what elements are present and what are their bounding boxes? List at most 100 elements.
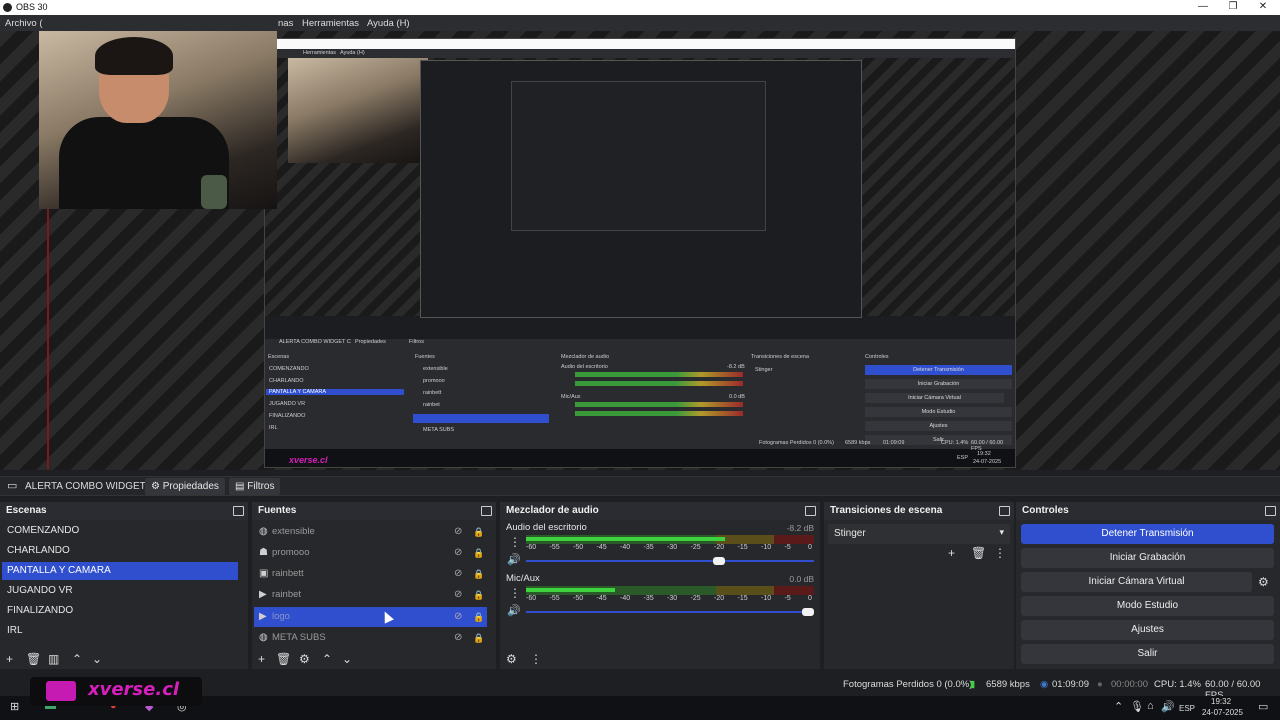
hidden-eye-icon[interactable]: ⊘ [454, 628, 462, 648]
transition-select[interactable]: Stinger ▾ [828, 524, 1010, 544]
speaker-icon[interactable]: 🔊 [507, 605, 521, 617]
move-up-icon[interactable]: ⌃ [322, 653, 332, 665]
add-icon[interactable]: + [258, 653, 265, 665]
start-recording-button[interactable]: Iniciar Grabación [1021, 548, 1274, 568]
clock-date[interactable]: 24-07-2025 [1202, 708, 1243, 717]
nested-clock: 19:32 [977, 451, 991, 457]
source-context-bar: ▭ ALERTA COMBO WIDGET C ⚙ Propiedades ▤ … [0, 476, 1280, 496]
scale-tick-label: -20 [714, 595, 725, 602]
scene-item-selected[interactable]: PANTALLA Y CAMARA [2, 562, 238, 580]
add-icon[interactable]: + [6, 653, 13, 665]
maximize-button[interactable]: ❐ [1218, 0, 1248, 15]
source-item[interactable]: ☗ promooo ⊘ 🔒 [254, 543, 487, 563]
notifications-icon[interactable]: ▭ [1258, 700, 1268, 713]
volume-slider[interactable] [526, 608, 814, 616]
trash-icon[interactable]: 🗑 [971, 547, 986, 559]
move-down-icon[interactable]: ⌄ [342, 653, 352, 665]
language-indicator[interactable]: ESP [1179, 704, 1195, 713]
preview-canvas[interactable]: Herramientas Ayuda (H) ALERTA COMBO WIDG… [0, 31, 1280, 470]
hidden-eye-icon[interactable]: ⊘ [454, 585, 462, 605]
scenes-title: Escenas [6, 505, 47, 516]
lock-icon[interactable]: 🔒 [473, 543, 484, 563]
source-item[interactable]: ▶ rainbet ⊘ 🔒 [254, 585, 487, 605]
nested-scenes-title: Escenas [268, 354, 290, 360]
volume-slider[interactable] [526, 557, 814, 565]
menu-help[interactable]: Ayuda (H) [367, 18, 410, 29]
scale-tick-label: -45 [596, 595, 607, 602]
kebab-menu-icon[interactable]: ⋮ [509, 587, 521, 599]
kebab-menu-icon[interactable]: ⋮ [509, 536, 521, 548]
properties-button[interactable]: ⚙ Propiedades [145, 478, 225, 495]
chevron-up-icon[interactable]: ⌃ [1114, 700, 1123, 713]
hidden-eye-icon[interactable]: ⊘ [454, 543, 462, 563]
scene-item[interactable]: JUGANDO VR [2, 582, 238, 600]
undock-icon[interactable] [805, 506, 816, 516]
gear-icon[interactable]: ⚙ [1258, 576, 1269, 588]
nested-scene: IRL [269, 425, 278, 431]
mixer-header: Mezclador de audio [500, 502, 820, 520]
source-item[interactable]: ◍ META SUBS ⊘ 🔒 [254, 628, 487, 648]
volume-meter [526, 535, 814, 544]
slider-handle[interactable] [712, 557, 725, 565]
source-label: rainbett [272, 568, 304, 579]
windows-start-icon[interactable]: ⊞ [10, 700, 19, 713]
menu-tools[interactable]: Herramientas [302, 18, 359, 29]
clock-time[interactable]: 19:32 [1211, 697, 1231, 706]
add-icon[interactable]: + [948, 547, 955, 559]
menu-file[interactable]: Archivo ( [5, 18, 42, 29]
source-item[interactable]: ◍ extensible ⊘ 🔒 [254, 522, 487, 542]
nested-titlebar [265, 39, 1015, 49]
hidden-eye-icon[interactable]: ⊘ [454, 564, 462, 584]
scene-item[interactable]: IRL [2, 622, 238, 640]
settings-button[interactable]: Ajustes [1021, 620, 1274, 640]
source-label: logo [272, 611, 290, 622]
scale-tick-label: -35 [643, 544, 654, 551]
scene-item[interactable]: FINALIZANDO [2, 602, 238, 620]
filter-icon[interactable]: ▥ [48, 653, 59, 665]
hidden-eye-icon[interactable]: ⊘ [454, 522, 462, 542]
network-icon[interactable]: ⌂ [1147, 700, 1154, 712]
scene-item[interactable]: COMENZANDO [2, 522, 238, 540]
undock-icon[interactable] [1265, 506, 1276, 516]
gear-icon[interactable]: ⚙ [299, 653, 310, 665]
start-virtual-camera-button[interactable]: Iniciar Cámara Virtual [1021, 572, 1252, 592]
lock-icon[interactable]: 🔒 [473, 564, 484, 584]
kebab-menu-icon[interactable]: ⋮ [530, 653, 542, 665]
slider-handle[interactable] [802, 608, 814, 616]
volume-meter [526, 586, 814, 595]
move-down-icon[interactable]: ⌄ [92, 653, 102, 665]
kebab-menu-icon[interactable]: ⋮ [994, 547, 1006, 559]
mic-icon[interactable]: 🎙 [1130, 700, 1144, 713]
exit-button[interactable]: Salir [1021, 644, 1274, 664]
undock-icon[interactable] [999, 506, 1010, 516]
speaker-icon[interactable]: 🔊 [507, 554, 521, 566]
lock-icon[interactable]: 🔒 [473, 607, 484, 627]
mixer-settings-icon[interactable]: ⚙ [506, 653, 517, 665]
move-up-icon[interactable]: ⌃ [72, 653, 82, 665]
lock-icon[interactable]: 🔒 [473, 522, 484, 542]
undock-icon[interactable] [481, 506, 492, 516]
menu-views[interactable]: nas [278, 18, 293, 29]
close-button[interactable]: ✕ [1248, 0, 1278, 15]
nested-menu-help: Ayuda (H) [340, 50, 365, 56]
minimize-button[interactable]: — [1188, 0, 1218, 15]
source-item[interactable]: ▣ rainbett ⊘ 🔒 [254, 564, 487, 584]
trash-icon[interactable]: 🗑 [276, 653, 291, 665]
hidden-eye-icon[interactable]: ⊘ [454, 607, 462, 627]
undock-icon[interactable] [233, 506, 244, 516]
filters-label: Filtros [247, 481, 275, 492]
filters-button[interactable]: ▤ Filtros [229, 478, 281, 495]
source-label: rainbet [272, 589, 302, 600]
nested-lang: ESP [957, 455, 969, 461]
obs-app-icon [3, 3, 12, 12]
volume-icon[interactable]: 🔊 [1161, 700, 1175, 713]
scene-item[interactable]: CHARLANDO [2, 542, 238, 560]
lock-icon[interactable]: 🔒 [473, 628, 484, 648]
studio-mode-button[interactable]: Modo Estudio [1021, 596, 1274, 616]
lock-icon[interactable]: 🔒 [473, 585, 484, 605]
meter-scale: -60 -55 -50 -45 -40 -35 -30 -25 -20 -15 -10 -5 0 [526, 544, 816, 553]
source-item-selected[interactable]: ▶ logo ⊘ 🔒 [254, 607, 487, 627]
stop-streaming-button[interactable]: Detener Transmisión [1021, 524, 1274, 544]
trash-icon[interactable]: 🗑 [26, 653, 41, 665]
nested-docks: ALERTA COMBO WIDGET C Propiedades Filtro… [265, 339, 1015, 449]
